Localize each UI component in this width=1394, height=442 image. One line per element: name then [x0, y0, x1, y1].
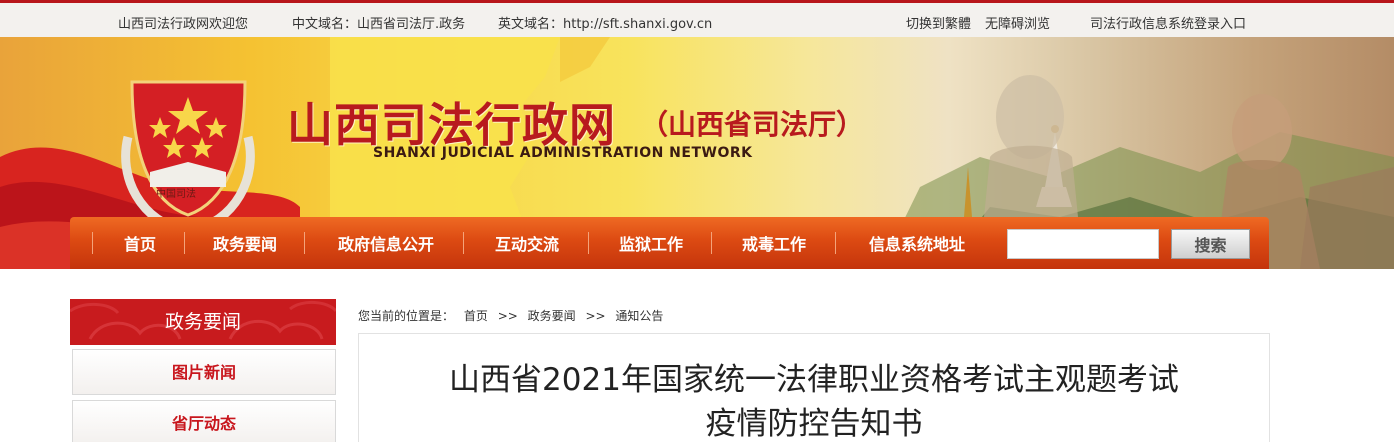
- nav-divider: [588, 232, 589, 254]
- breadcrumb-notices[interactable]: 通知公告: [615, 309, 663, 323]
- site-subtitle: （山西省司法厅）: [640, 108, 865, 141]
- breadcrumb-prefix: 您当前的位置是：: [358, 309, 455, 323]
- article-title-line2: 疫情防控告知书: [705, 406, 923, 442]
- emblem-label: 中国司法: [156, 189, 196, 200]
- nav-item-drug-rehab[interactable]: 戒毒工作: [728, 217, 820, 269]
- english-domain-text: 英文域名：http://sft.shanxi.gov.cn: [498, 17, 713, 32]
- welcome-text: 山西司法行政网欢迎您: [118, 17, 249, 32]
- breadcrumb-home[interactable]: 首页: [464, 309, 488, 323]
- nav-item-news[interactable]: 政务要闻: [200, 217, 290, 269]
- search-input[interactable]: [1007, 229, 1159, 259]
- nav-item-interaction[interactable]: 互动交流: [480, 217, 574, 269]
- breadcrumb-separator: >>: [497, 309, 518, 323]
- sidebar-item-dept-news[interactable]: 省厅动态: [72, 400, 336, 442]
- switch-traditional-link[interactable]: 切换到繁體: [906, 13, 971, 32]
- sidebar-header-label: 政务要闻: [164, 311, 241, 333]
- breadcrumb-news[interactable]: 政务要闻: [528, 309, 576, 323]
- nav-divider: [184, 232, 185, 254]
- search-button[interactable]: 搜索: [1171, 229, 1250, 259]
- nav-divider: [92, 232, 93, 254]
- chinese-domain-text: 中文域名：山西省司法厅.政务: [292, 17, 466, 32]
- nav-divider: [835, 232, 836, 254]
- nav-divider: [711, 232, 712, 254]
- main-navigation: 首页 政务要闻 政府信息公开 互动交流 监狱工作 戒毒工作 信息系统地址 搜索: [70, 217, 1269, 269]
- nav-item-home[interactable]: 首页: [110, 217, 170, 269]
- top-utility-bar: 山西司法行政网欢迎您 中文域名：山西省司法厅.政务 英文域名：http://sf…: [0, 0, 1394, 37]
- system-login-link[interactable]: 司法行政信息系统登录入口: [1090, 13, 1246, 32]
- site-title-english: SHANXI JUDICIAL ADMINISTRATION NETWORK: [373, 145, 753, 161]
- article-title-line1: 山西省2021年国家统一法律职业资格考试主观题考试: [449, 362, 1179, 398]
- sidebar-header: 政务要闻: [70, 299, 336, 345]
- nav-item-info-disclosure[interactable]: 政府信息公开: [324, 217, 448, 269]
- article-title: 山西省2021年国家统一法律职业资格考试主观题考试 疫情防控告知书: [359, 358, 1269, 442]
- nav-divider: [463, 232, 464, 254]
- accessibility-link[interactable]: 无障碍浏览: [985, 13, 1050, 32]
- justice-emblem-icon: [121, 80, 255, 237]
- article-panel: 山西省2021年国家统一法律职业资格考试主观题考试 疫情防控告知书: [358, 333, 1270, 442]
- breadcrumb: 您当前的位置是： 首页 >> 政务要闻 >> 通知公告: [358, 307, 669, 324]
- sidebar-item-photo-news[interactable]: 图片新闻: [72, 349, 336, 395]
- nav-divider: [304, 232, 305, 254]
- nav-item-prison[interactable]: 监狱工作: [605, 217, 697, 269]
- nav-item-system-address[interactable]: 信息系统地址: [854, 217, 980, 269]
- breadcrumb-separator: >>: [585, 309, 606, 323]
